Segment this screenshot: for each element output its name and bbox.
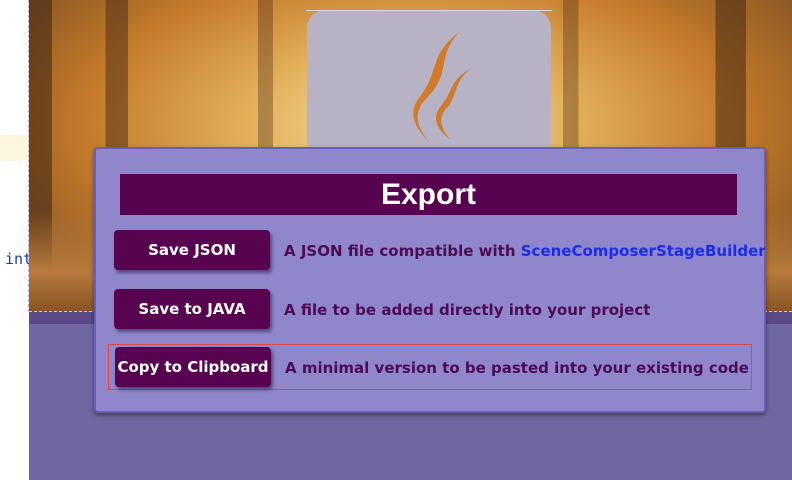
dialog-title: Export: [120, 174, 737, 215]
copy-to-clipboard-description: A minimal version to be pasted into your…: [285, 359, 749, 377]
java-logo-icon: [413, 32, 509, 160]
save-json-description: A JSON file compatible with SceneCompose…: [284, 230, 766, 270]
scene-composer-link[interactable]: SceneComposerStageBuilder: [521, 242, 766, 260]
export-option-clipboard: Copy to Clipboard A minimal version to b…: [108, 344, 752, 390]
current-line-highlight: [0, 135, 29, 161]
save-java-button[interactable]: Save to JAVA: [114, 289, 270, 329]
save-java-description: A file to be added directly into your pr…: [284, 301, 651, 319]
save-json-button[interactable]: Save JSON: [114, 230, 270, 270]
java-logo-card: [306, 10, 552, 160]
export-option-java: Save to JAVA A file to be added directly…: [114, 289, 750, 333]
description-text: A JSON file compatible with: [284, 242, 521, 260]
code-editor-strip: int: [0, 0, 32, 480]
export-dialog: Export Save JSON A JSON file compatible …: [94, 147, 766, 413]
copy-to-clipboard-button[interactable]: Copy to Clipboard: [115, 347, 271, 387]
export-option-json: Save JSON A JSON file compatible with Sc…: [114, 230, 766, 274]
